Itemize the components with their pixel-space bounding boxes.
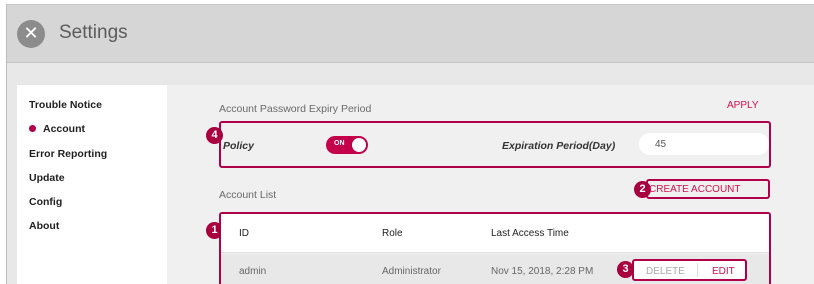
callout-badge-3: 3 bbox=[617, 261, 634, 278]
expiration-period-label: Expiration Period(Day) bbox=[502, 140, 616, 152]
expiration-period-input[interactable] bbox=[639, 133, 769, 155]
account-table-header: ID Role Last Access Time bbox=[221, 214, 769, 253]
cell-role: Administrator bbox=[382, 266, 441, 277]
callout-badge-4: 4 bbox=[206, 127, 223, 144]
window-header: ✕ Settings bbox=[7, 5, 814, 63]
window-title: Settings bbox=[59, 22, 128, 43]
policy-toggle[interactable]: ON bbox=[326, 136, 368, 154]
sidebar-item-account[interactable]: Account bbox=[29, 123, 85, 135]
expiry-section-title: Account Password Expiry Period bbox=[219, 103, 372, 115]
apply-button[interactable]: APPLY bbox=[727, 100, 759, 111]
cell-last-access: Nov 15, 2018, 2:28 PM bbox=[491, 266, 594, 277]
sidebar-item-trouble-notice[interactable]: Trouble Notice bbox=[29, 99, 102, 111]
account-list-title: Account List bbox=[219, 189, 277, 201]
cell-id: admin bbox=[239, 266, 267, 277]
settings-window: ✕ Settings Trouble Notice Account Error … bbox=[6, 4, 814, 284]
sidebar-item-config[interactable]: Config bbox=[29, 196, 62, 208]
delete-button[interactable]: DELETE bbox=[646, 266, 685, 277]
account-settings-panel: Account Password Expiry Period APPLY 4 P… bbox=[167, 85, 814, 284]
column-header-role: Role bbox=[382, 228, 403, 239]
policy-label: Policy bbox=[223, 140, 254, 152]
sidebar-item-update[interactable]: Update bbox=[29, 172, 65, 184]
toggle-knob-icon bbox=[352, 138, 366, 152]
sidebar-item-error-reporting[interactable]: Error Reporting bbox=[29, 148, 107, 160]
active-indicator-icon bbox=[29, 125, 36, 132]
toggle-state-label: ON bbox=[334, 140, 345, 147]
action-divider bbox=[697, 263, 698, 277]
column-header-id: ID bbox=[239, 228, 249, 239]
create-account-button[interactable]: CREATE ACCOUNT bbox=[649, 184, 741, 195]
sidebar: Trouble Notice Account Error Reporting U… bbox=[17, 85, 167, 284]
close-icon[interactable]: ✕ bbox=[17, 20, 45, 48]
column-header-last-access: Last Access Time bbox=[491, 228, 569, 239]
edit-button[interactable]: EDIT bbox=[712, 266, 735, 277]
sidebar-item-about[interactable]: About bbox=[29, 220, 59, 232]
